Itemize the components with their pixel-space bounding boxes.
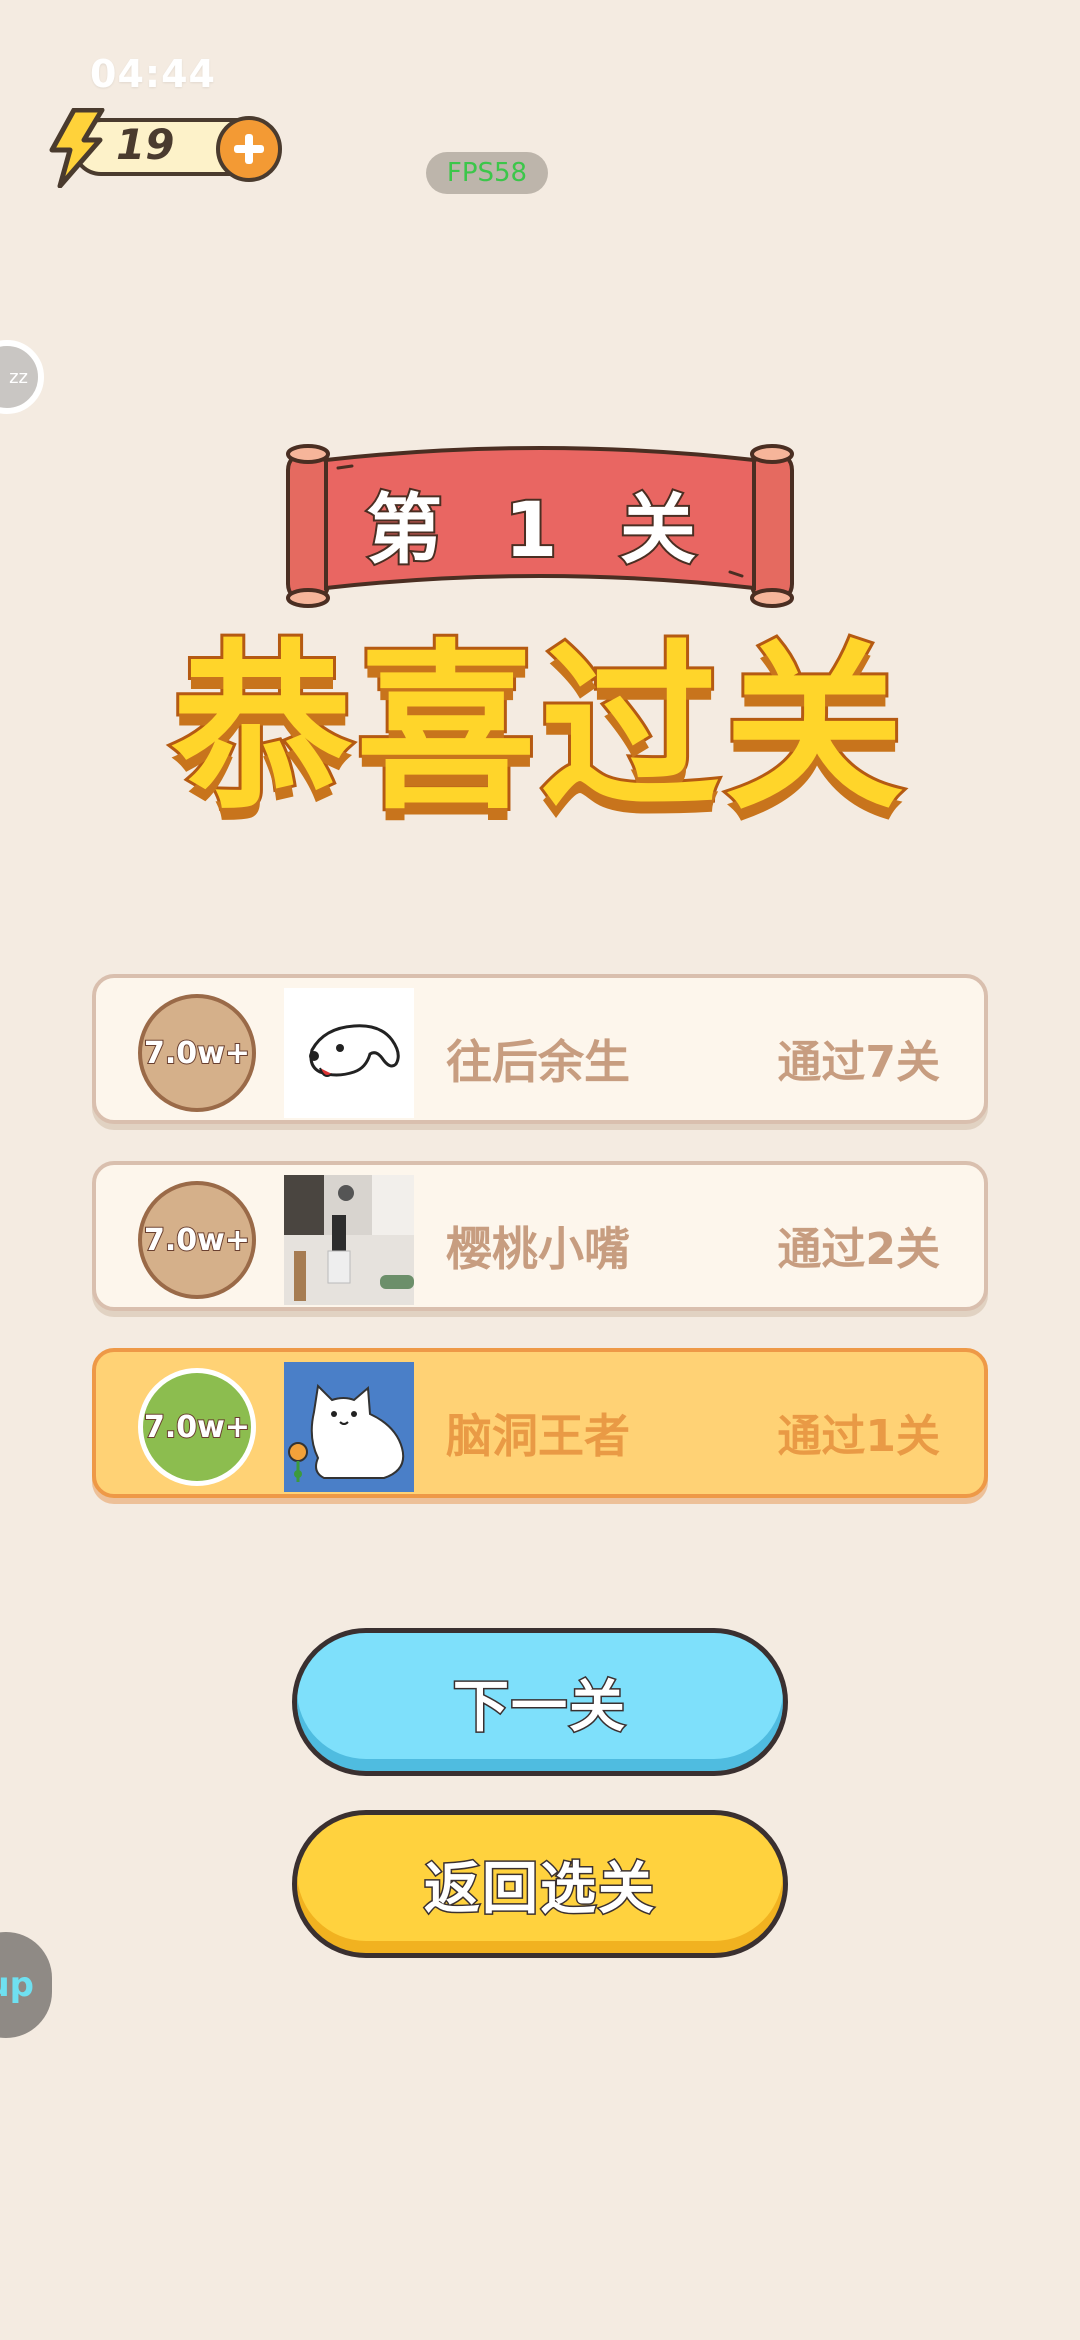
level-complete-screen: 04:44 19 FPS58 zz 第 1 关 恭喜过关 7.0w+ 往后余生 …: [0, 0, 1080, 2340]
congrats-title: 恭喜过关: [169, 625, 908, 834]
status-time: 04:44: [90, 52, 216, 96]
dog-avatar-icon: [284, 988, 414, 1118]
avatar: [284, 1362, 414, 1492]
level-banner: 第 1 关: [282, 440, 798, 608]
levels-passed: 通过1关: [777, 1411, 940, 1462]
energy-count: 19: [116, 120, 175, 169]
floating-up-button[interactable]: up: [0, 1932, 52, 2038]
player-name: 樱桃小嘴: [446, 1222, 630, 1276]
energy-counter[interactable]: 19: [44, 108, 284, 188]
photo-avatar-icon: [284, 1175, 414, 1305]
player-count-badge: 7.0w+: [138, 994, 256, 1112]
player-name: 往后余生: [446, 1035, 630, 1089]
player-name: 脑洞王者: [446, 1409, 630, 1463]
plus-icon: [234, 134, 264, 164]
fps-counter: FPS58: [426, 152, 548, 194]
ranking-row-current-player: 7.0w+ 脑洞王者 通过1关: [92, 1348, 988, 1498]
levels-passed: 通过2关: [777, 1224, 940, 1275]
back-to-level-select-button[interactable]: 返回选关: [292, 1810, 788, 1958]
floating-sleep-button[interactable]: zz: [0, 340, 44, 414]
avatar: [284, 1175, 414, 1305]
ranking-row: 7.0w+ 樱桃小嘴 通过2关: [92, 1161, 988, 1311]
ranking-row: 7.0w+ 往后余生 通过7关: [92, 974, 988, 1124]
avatar: [284, 988, 414, 1118]
cat-avatar-icon: [284, 1362, 414, 1492]
add-energy-button[interactable]: [216, 116, 282, 182]
player-count-badge: 7.0w+: [138, 1368, 256, 1486]
ranking-list: 7.0w+ 往后余生 通过7关 7.0w+ 樱桃小嘴 通过2关 7.0w+ 脑洞…: [92, 974, 988, 1535]
next-level-button[interactable]: 下一关: [292, 1628, 788, 1776]
lightning-icon: [49, 108, 105, 188]
player-count-badge: 7.0w+: [138, 1181, 256, 1299]
levels-passed: 通过7关: [777, 1037, 940, 1088]
level-label: 第 1 关: [364, 483, 714, 576]
